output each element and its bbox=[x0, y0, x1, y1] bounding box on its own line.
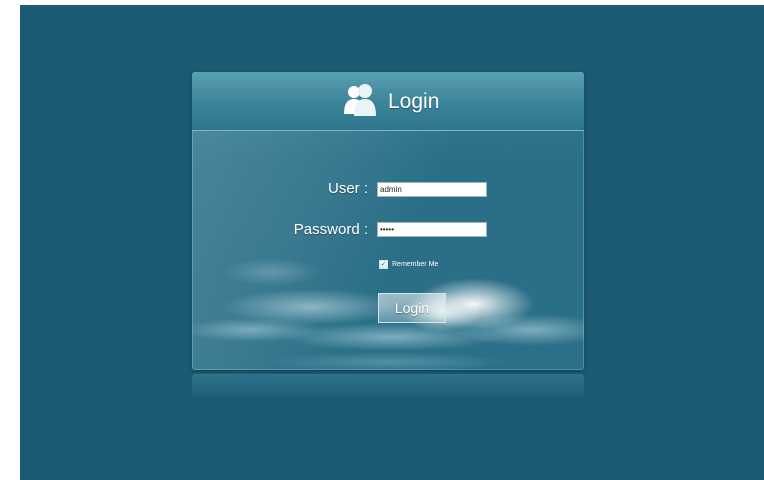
login-button[interactable]: Login bbox=[378, 293, 446, 323]
user-input[interactable] bbox=[377, 182, 487, 197]
password-label: Password : bbox=[293, 221, 368, 238]
password-input[interactable] bbox=[377, 222, 487, 237]
login-header: Login bbox=[192, 72, 584, 131]
header-title-group: Login bbox=[342, 82, 439, 122]
login-panel: Login User : Password : ✓ Remember Me Lo… bbox=[192, 72, 584, 370]
users-icon bbox=[342, 83, 378, 122]
login-title: Login bbox=[388, 90, 440, 113]
user-label: User : bbox=[327, 180, 368, 197]
remember-me-row[interactable]: ✓ Remember Me bbox=[379, 260, 438, 269]
remember-me-label: Remember Me bbox=[392, 261, 439, 268]
remember-me-checkbox[interactable]: ✓ bbox=[379, 260, 388, 269]
page-background: Login User : Password : ✓ Remember Me Lo… bbox=[20, 5, 764, 480]
panel-reflection bbox=[192, 374, 584, 400]
